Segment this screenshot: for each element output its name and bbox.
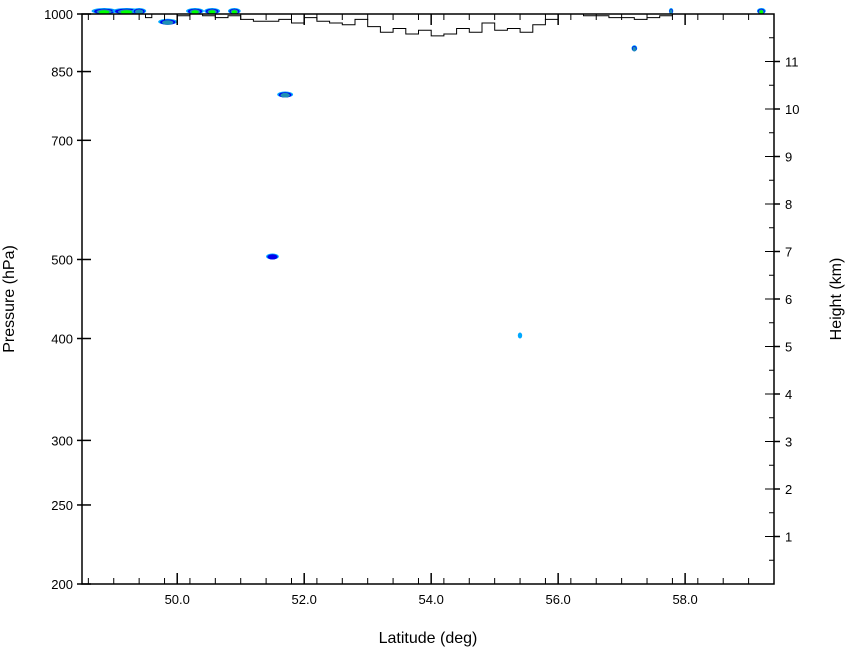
- height-tick-label: 5: [785, 340, 792, 355]
- contour-cell: [158, 18, 178, 25]
- contour-cell: [668, 8, 674, 14]
- contour-band-2: [267, 254, 278, 260]
- pressure-tick-label: 500: [51, 252, 73, 267]
- pressure-tick-label: 400: [51, 332, 73, 347]
- pressure-tick-label: 200: [51, 577, 73, 592]
- x-tick-label: 54.0: [419, 592, 444, 607]
- contour-cell: [266, 253, 279, 260]
- height-axis-title: Height (km): [828, 258, 845, 341]
- contour-band-3: [162, 20, 174, 25]
- pressure-tick-label: 250: [51, 498, 73, 513]
- contour-cell: [186, 8, 204, 14]
- contour-band-3: [632, 46, 636, 52]
- contour-cell: [228, 8, 241, 14]
- pressure-tick-label: 300: [51, 433, 73, 448]
- contour-band-1: [517, 332, 523, 339]
- pressure-tick-label: 1000: [44, 7, 73, 22]
- contour-band-3: [280, 92, 290, 98]
- height-tick-label: 2: [785, 482, 792, 497]
- contour-cell: [204, 8, 221, 14]
- contour-cell: [517, 332, 523, 339]
- x-tick-label: 52.0: [292, 592, 317, 607]
- pressure-tick-label: 700: [51, 133, 73, 148]
- height-tick-label: 1: [785, 530, 792, 545]
- height-tick-label: 9: [785, 150, 792, 165]
- x-tick-label: 58.0: [672, 592, 697, 607]
- height-tick-label: 4: [785, 387, 792, 402]
- height-tick-label: 10: [785, 102, 799, 117]
- height-tick-label: 11: [785, 55, 799, 70]
- pressure-axis-title: Pressure (hPa): [1, 245, 18, 353]
- pressure-tick-label: 850: [51, 65, 73, 80]
- x-tick-label: 56.0: [545, 592, 570, 607]
- plot-area: [81, 8, 775, 585]
- contour-cell: [132, 8, 147, 14]
- contour-chart: 50.0 52.0 54.0 56.0 58.0 200 250 300 400 500 700 8…: [1, 7, 845, 647]
- plot-background: [82, 14, 774, 584]
- x-tick-label: 50.0: [165, 592, 190, 607]
- height-tick-label: 3: [785, 435, 792, 450]
- height-tick-label: 6: [785, 292, 792, 307]
- contour-cell: [756, 8, 766, 14]
- x-axis-title: Latitude (deg): [379, 630, 478, 647]
- contour-cell: [277, 91, 294, 98]
- height-tick-label: 8: [785, 197, 792, 212]
- height-tick-label: 7: [785, 245, 792, 260]
